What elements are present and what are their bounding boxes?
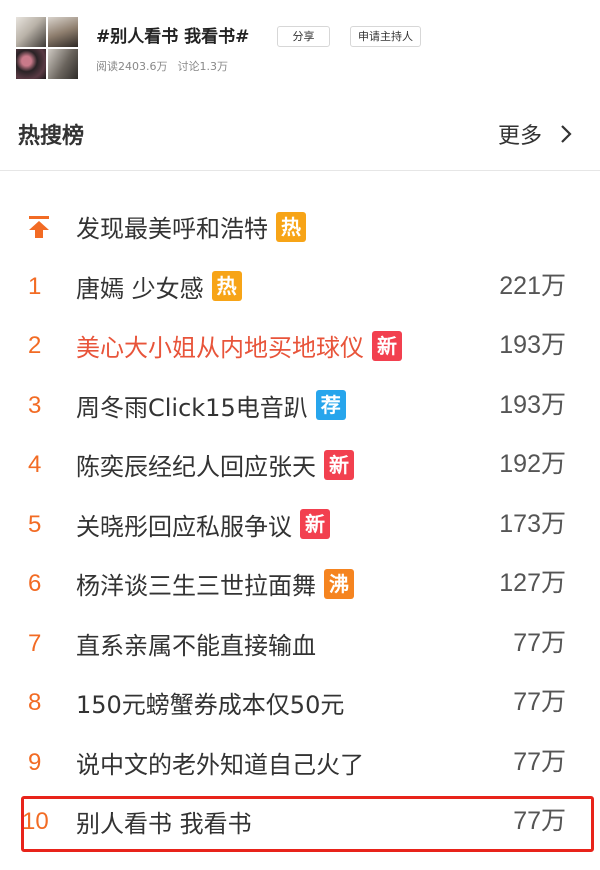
hot-search-link[interactable]: 美心大小姐从内地买地球仪 <box>76 328 364 363</box>
search-count: 77万 <box>513 688 566 716</box>
status-badge: 新 <box>372 330 402 361</box>
search-count: 77万 <box>513 807 566 835</box>
hot-list-entry: 150元螃蟹券成本仅50元 <box>76 673 344 733</box>
hot-search-link[interactable]: 关晓彤回应私服争议 <box>76 507 292 542</box>
thumbnail-image <box>48 49 78 79</box>
hot-list-entry: 说中文的老外知道自己火了 <box>76 733 364 793</box>
hot-list-entry: 陈奕辰经纪人回应张天新 <box>76 435 354 495</box>
hot-search-link[interactable]: 周冬雨Click15电音趴 <box>76 388 308 423</box>
hot-search-link[interactable]: 杨洋谈三生三世拉面舞 <box>76 566 316 601</box>
hot-list-entry: 美心大小姐从内地买地球仪新 <box>76 316 402 376</box>
rank-number: 1 <box>28 272 42 300</box>
hot-list-row[interactable]: 8 150元螃蟹券成本仅50元 77万 <box>0 673 600 733</box>
search-count: 192万 <box>499 450 566 478</box>
thumbnail-image <box>48 17 78 47</box>
hot-list-entry: 唐嫣 少女感热 <box>76 257 242 317</box>
hot-list-entry: 杨洋谈三生三世拉面舞沸 <box>76 554 354 614</box>
hot-list-row[interactable]: 2 美心大小姐从内地买地球仪新 193万 <box>0 316 600 376</box>
rank-number: 8 <box>28 689 42 716</box>
status-badge: 沸 <box>324 568 354 599</box>
hot-list-row[interactable]: 1 唐嫣 少女感热 221万 <box>0 257 600 317</box>
hot-search-link[interactable]: 150元螃蟹券成本仅50元 <box>76 685 344 720</box>
read-count: 阅读2403.6万 <box>96 60 168 73</box>
status-badge: 新 <box>300 509 330 540</box>
rank-number: 5 <box>28 510 42 538</box>
search-count: 77万 <box>513 747 566 776</box>
topic-title[interactable]: #别人看书 我看书# <box>96 22 249 47</box>
search-count: 193万 <box>499 390 566 419</box>
search-count: 193万 <box>499 331 566 359</box>
topic-stats: 阅读2403.6万 讨论1.3万 <box>96 58 228 74</box>
search-count: 221万 <box>499 271 566 300</box>
hot-list-header: 热搜榜 更多 <box>0 104 600 166</box>
discussion-count: 讨论1.3万 <box>177 60 229 73</box>
hot-list-entry: 直系亲属不能直接输血 <box>76 614 316 674</box>
top-item-entry: 发现最美呼和浩特 热 <box>76 197 306 257</box>
rank-number: 6 <box>28 570 42 597</box>
hot-search-link[interactable]: 直系亲属不能直接输血 <box>76 626 316 661</box>
hot-search-link[interactable]: 别人看书 我看书 <box>76 804 252 839</box>
topic-header: #别人看书 我看书# 分享 申请主持人 阅读2403.6万 讨论1.3万 <box>0 0 600 88</box>
hot-list-row[interactable]: 3 周冬雨Click15电音趴荐 193万 <box>0 376 600 436</box>
hot-search-link[interactable]: 唐嫣 少女感 <box>76 269 204 304</box>
topic-thumbnail-grid[interactable] <box>16 17 78 79</box>
hot-search-link[interactable]: 陈奕辰经纪人回应张天 <box>76 447 316 482</box>
thumbnail-image <box>16 49 46 79</box>
hot-list-row[interactable]: 7 直系亲属不能直接输血 77万 <box>0 614 600 674</box>
hot-list-row[interactable]: 10 别人看书 我看书 77万 <box>0 792 600 852</box>
hot-list-row[interactable]: 4 陈奕辰经纪人回应张天新 192万 <box>0 435 600 495</box>
hot-list-entry: 关晓彤回应私服争议新 <box>76 495 330 555</box>
top-item-text[interactable]: 发现最美呼和浩特 <box>76 209 268 244</box>
hot-list-entry: 别人看书 我看书 <box>76 792 252 852</box>
status-badge: 新 <box>324 449 354 480</box>
rank-number: 10 <box>22 808 49 835</box>
hot-list-top-item[interactable]: 发现最美呼和浩特 热 <box>0 197 600 257</box>
hot-badge: 热 <box>276 211 306 242</box>
search-count: 77万 <box>513 628 566 657</box>
search-count: 173万 <box>499 509 566 538</box>
hot-list: 发现最美呼和浩特 热 1 唐嫣 少女感热 221万 2 美心大小姐从内地买地球仪新 193… <box>0 197 600 852</box>
hot-list-row[interactable]: 5 关晓彤回应私服争议新 173万 <box>0 495 600 555</box>
chevron-right-icon[interactable] <box>556 122 576 146</box>
hot-list-entry: 周冬雨Click15电音趴荐 <box>76 376 346 436</box>
status-badge: 荐 <box>315 390 346 421</box>
hot-list-row[interactable]: 6 杨洋谈三生三世拉面舞沸 127万 <box>0 554 600 614</box>
thumbnail-image <box>16 17 46 47</box>
hot-list-row[interactable]: 9 说中文的老外知道自己火了 77万 <box>0 733 600 793</box>
rank-number: 2 <box>28 332 42 359</box>
divider <box>0 170 600 171</box>
status-badge: 热 <box>211 271 242 302</box>
search-count: 127万 <box>499 569 566 597</box>
hot-search-link[interactable]: 说中文的老外知道自己火了 <box>76 745 364 780</box>
rank-number: 4 <box>28 451 42 478</box>
share-button[interactable]: 分享 <box>277 26 330 47</box>
apply-host-button[interactable]: 申请主持人 <box>350 26 421 47</box>
hot-list-title: 热搜榜 <box>18 124 85 149</box>
rank-number: 9 <box>28 748 42 776</box>
more-link[interactable]: 更多 <box>498 118 542 150</box>
rank-number: 3 <box>28 391 42 419</box>
rank-number: 7 <box>28 629 42 657</box>
pin-top-icon <box>29 216 49 238</box>
